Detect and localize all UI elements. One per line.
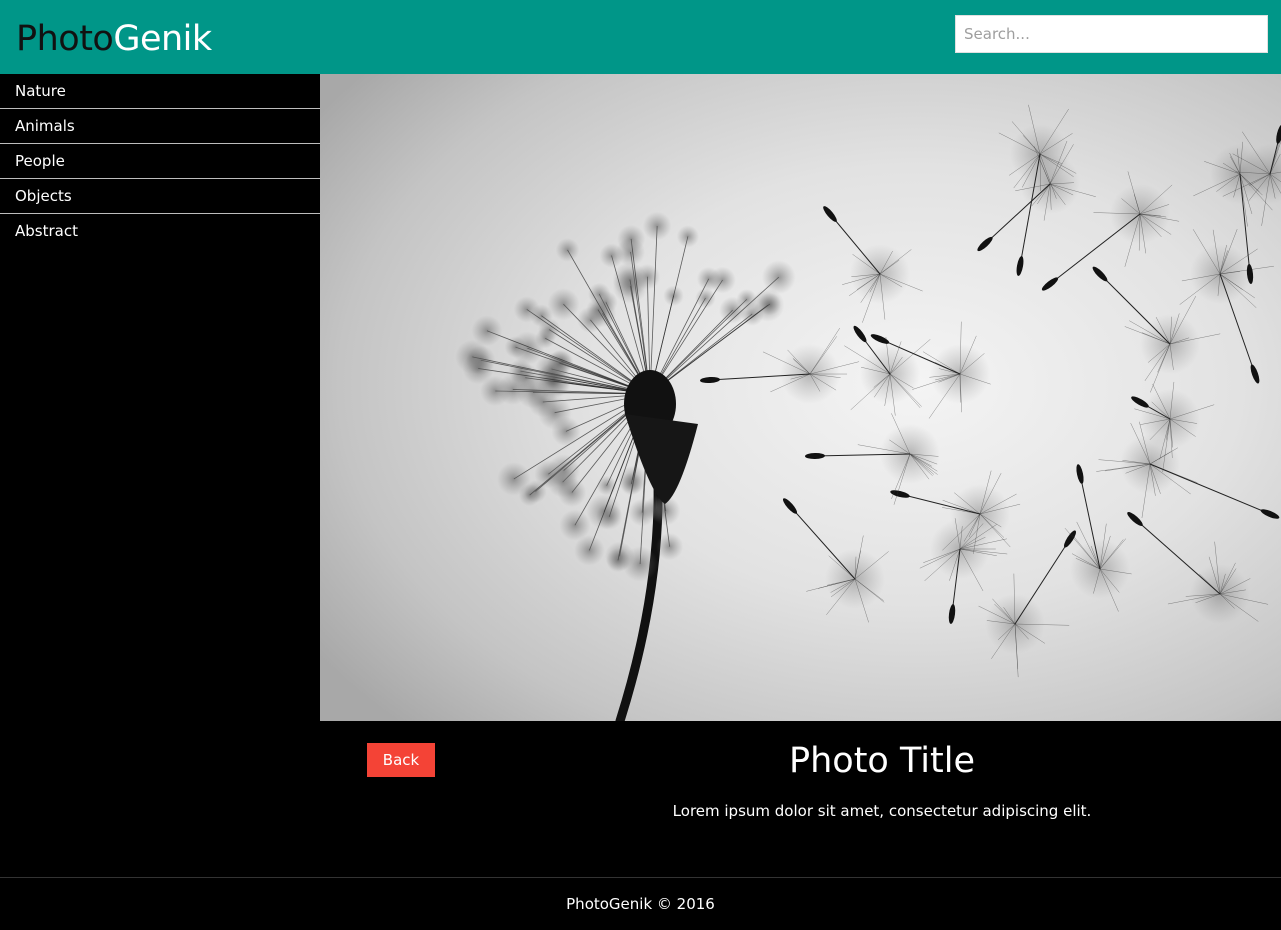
logo-text-photo: Photo [16,19,113,59]
photo-description: Lorem ipsum dolor sit amet, consectetur … [500,800,1264,822]
footer-copyright: PhotoGenik © 2016 [566,895,715,913]
sidebar-item-nature[interactable]: Nature [0,74,320,109]
back-button[interactable]: Back [367,743,435,777]
sidebar-item-objects[interactable]: Objects [0,179,320,214]
search-input[interactable] [955,15,1268,53]
logo-text-genik: Genik [113,19,211,59]
logo[interactable]: PhotoGenik [16,17,212,61]
category-sidebar: Nature Animals People Objects Abstract [0,74,320,877]
app-header: PhotoGenik [0,0,1281,74]
footer: PhotoGenik © 2016 [0,877,1281,913]
sidebar-item-abstract[interactable]: Abstract [0,214,320,249]
sidebar-item-people[interactable]: People [0,144,320,179]
photo-display [320,74,1281,721]
photo-title: Photo Title [500,738,1264,784]
dandelion-photo [320,74,1281,721]
sidebar-item-animals[interactable]: Animals [0,109,320,144]
